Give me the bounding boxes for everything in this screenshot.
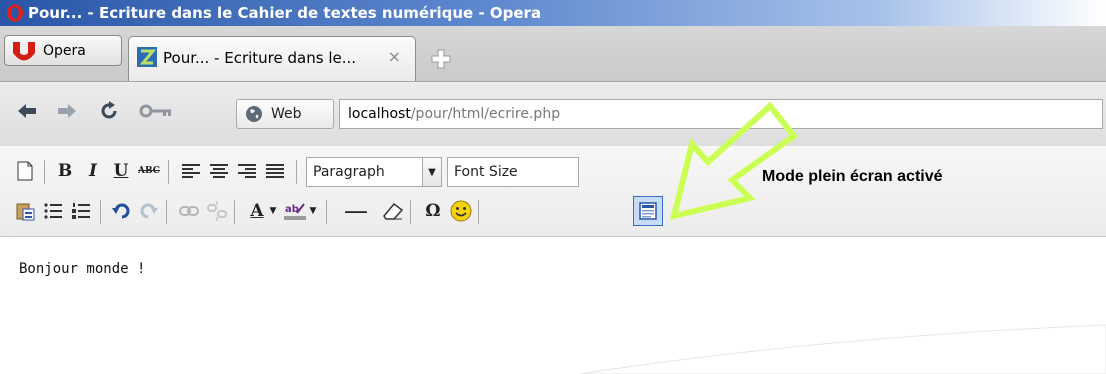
- decorative-swoosh: [579, 324, 1106, 374]
- chevron-down-icon[interactable]: ▼: [306, 198, 320, 224]
- chevron-down-icon[interactable]: ▼: [422, 158, 441, 186]
- format-select[interactable]: Paragraph ▼: [306, 157, 442, 187]
- underline-button[interactable]: U: [108, 158, 134, 184]
- highlight-color-icon[interactable]: ab: [282, 198, 308, 224]
- new-document-icon[interactable]: [12, 158, 38, 184]
- format-select-value: Paragraph: [313, 164, 385, 180]
- horizontal-rule-button[interactable]: —: [336, 197, 376, 225]
- tab-active[interactable]: Pour... - Ecriture dans le... ×: [128, 36, 416, 81]
- forward-icon[interactable]: [54, 98, 80, 124]
- opera-logo-icon: [7, 4, 23, 22]
- search-engine-label: Web: [271, 106, 302, 122]
- editor-text: Bonjour monde !: [19, 261, 146, 277]
- reload-icon[interactable]: [96, 98, 122, 124]
- eraser-icon[interactable]: [380, 198, 406, 224]
- align-left-icon[interactable]: [178, 158, 204, 184]
- toolbar-separator: [168, 160, 169, 184]
- tab-close-icon[interactable]: ×: [388, 47, 401, 66]
- font-size-select[interactable]: Font Size: [447, 157, 579, 187]
- link-icon[interactable]: [176, 198, 202, 224]
- unlink-icon[interactable]: [204, 198, 230, 224]
- editor-content-area[interactable]: Bonjour monde !: [0, 237, 1106, 374]
- bold-button[interactable]: B: [52, 158, 78, 184]
- align-center-icon[interactable]: [206, 158, 232, 184]
- window-title: Pour... - Ecriture dans le Cahier de tex…: [28, 4, 542, 22]
- toolbar-separator: [234, 200, 235, 224]
- key-icon[interactable]: [136, 98, 176, 124]
- annotation-arrow-icon: [669, 101, 799, 221]
- opera-menu-label: Opera: [43, 42, 86, 59]
- tab-label: Pour... - Ecriture dans le...: [163, 49, 357, 67]
- new-tab-icon[interactable]: [430, 48, 452, 70]
- site-favicon-icon: [137, 47, 157, 67]
- align-justify-icon[interactable]: [262, 158, 288, 184]
- toolbar-separator: [326, 200, 327, 224]
- navigation-bar: Web localhost/pour/html/ecrire.php: [0, 82, 1106, 147]
- toolbar-separator: [478, 200, 479, 224]
- editor-toolbar: B I U ABC Paragraph ▼ Font Size A ▼ ab ▼…: [0, 146, 1106, 237]
- opera-menu-button[interactable]: Opera: [4, 35, 122, 66]
- url-host: localhost: [348, 106, 411, 122]
- search-engine-button[interactable]: Web: [236, 99, 334, 129]
- toolbar-separator: [410, 200, 411, 224]
- paste-word-icon[interactable]: [12, 198, 38, 224]
- back-icon[interactable]: [14, 98, 40, 124]
- toolbar-row-2: A ▼ ab ▼ — Ω: [0, 194, 700, 230]
- chevron-down-icon[interactable]: ▼: [266, 198, 280, 224]
- numbered-list-icon[interactable]: [68, 198, 94, 224]
- bullet-list-icon[interactable]: [40, 198, 66, 224]
- svg-text:ab: ab: [285, 204, 299, 215]
- globe-icon: [246, 106, 262, 122]
- toolbar-row-1: B I U ABC Paragraph ▼ Font Size: [0, 154, 700, 190]
- toolbar-separator: [100, 200, 101, 224]
- url-path: /pour/html/ecrire.php: [410, 106, 561, 122]
- tab-strip: Opera Pour... - Ecriture dans le... ×: [0, 26, 1106, 82]
- redo-icon[interactable]: [136, 198, 162, 224]
- opera-logo-icon: [13, 41, 35, 60]
- italic-button[interactable]: I: [80, 158, 106, 184]
- toolbar-separator: [296, 160, 297, 184]
- annotation-label: Mode plein écran activé: [762, 168, 943, 185]
- font-size-select-value: Font Size: [454, 164, 518, 180]
- special-character-button[interactable]: Ω: [420, 198, 446, 224]
- align-right-icon[interactable]: [234, 158, 260, 184]
- toolbar-separator: [44, 160, 45, 184]
- toolbar-separator: [166, 200, 167, 224]
- undo-icon[interactable]: [108, 198, 134, 224]
- strikethrough-button[interactable]: ABC: [136, 158, 162, 184]
- smiley-icon[interactable]: [448, 198, 474, 224]
- window-title-bar: Pour... - Ecriture dans le Cahier de tex…: [0, 0, 1106, 26]
